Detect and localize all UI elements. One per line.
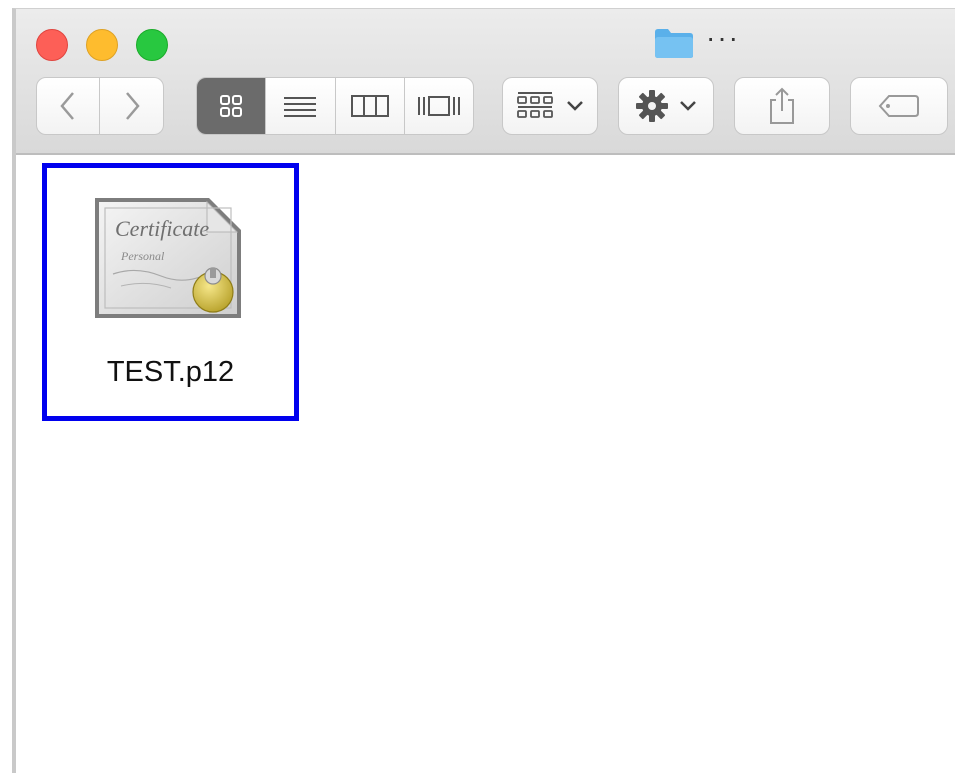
close-button[interactable]: [36, 29, 68, 61]
icon-view-button[interactable]: [197, 78, 267, 134]
share-button[interactable]: [734, 77, 830, 135]
view-mode-control: [196, 77, 474, 135]
tag-icon: [878, 95, 919, 117]
icon-view-icon: [220, 95, 243, 117]
list-view-button[interactable]: [266, 78, 336, 134]
chevron-right-icon: [125, 92, 140, 120]
folder-icon: [655, 29, 693, 58]
chevron-left-icon: [60, 92, 74, 120]
tag-button[interactable]: [850, 77, 948, 135]
action-button[interactable]: [618, 77, 714, 135]
finder-window: ··· Certificate Personal TEST.p12: [12, 8, 955, 773]
list-view-icon: [284, 97, 317, 117]
svg-text:Personal: Personal: [120, 249, 165, 263]
chevron-down-icon: [567, 101, 583, 111]
group-by-icon: [517, 92, 553, 118]
certificate-icon: Certificate Personal: [95, 198, 241, 318]
column-view-button[interactable]: [336, 78, 405, 134]
top-strip: [0, 0, 955, 8]
file-browser-content: Certificate Personal TEST.p12: [16, 155, 955, 773]
share-icon: [770, 87, 794, 124]
column-view-icon: [350, 95, 389, 117]
minimize-button[interactable]: [86, 29, 118, 61]
gear-icon: [636, 90, 668, 122]
gallery-view-button[interactable]: [405, 78, 473, 134]
chevron-down-icon: [680, 101, 696, 111]
forward-button[interactable]: [100, 77, 164, 135]
group-by-button[interactable]: [502, 77, 598, 135]
file-name: TEST.p12: [106, 356, 235, 388]
maximize-button[interactable]: [136, 29, 168, 61]
back-button[interactable]: [36, 77, 100, 135]
gallery-view-icon: [417, 96, 460, 116]
title-more: ···: [706, 22, 740, 53]
toolbar: ···: [16, 9, 955, 155]
svg-text:Certificate: Certificate: [115, 216, 209, 241]
file-item-test-p12[interactable]: Certificate Personal TEST.p12: [42, 163, 299, 421]
